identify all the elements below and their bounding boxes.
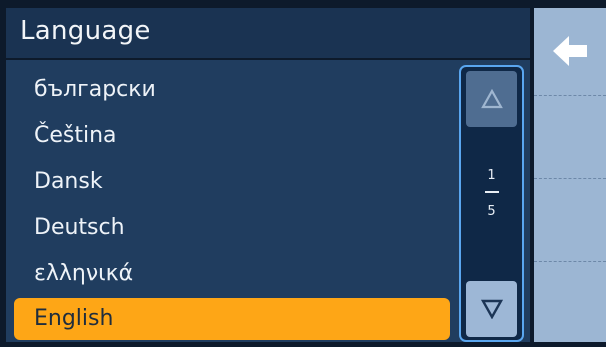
scroll-up-button[interactable]	[466, 71, 517, 127]
side-panel	[534, 8, 606, 342]
page-title: Language	[20, 16, 151, 46]
page-indicator: 1 5	[461, 167, 522, 247]
triangle-up-icon	[480, 89, 503, 109]
language-screen: Language български Čeština Dansk Deutsch…	[0, 0, 606, 347]
total-pages: 5	[487, 204, 496, 219]
back-button[interactable]	[534, 8, 606, 94]
triangle-down-icon	[480, 299, 503, 319]
language-list: български Čeština Dansk Deutsch ελληνικά…	[6, 60, 530, 342]
language-item-czech[interactable]: Čeština	[14, 115, 450, 157]
page-divider	[484, 191, 499, 193]
language-item-greek[interactable]: ελληνικά	[14, 253, 450, 295]
language-item-english[interactable]: English	[14, 298, 450, 340]
scrollbar[interactable]: 1 5	[459, 65, 524, 342]
title-bar: Language	[6, 8, 530, 58]
language-item-bulgarian[interactable]: български	[14, 69, 450, 111]
current-page: 1	[487, 168, 496, 183]
language-item-german[interactable]: Deutsch	[14, 207, 450, 249]
side-divider-1	[534, 95, 606, 96]
arrow-left-icon	[553, 36, 587, 66]
side-divider-2	[534, 178, 606, 179]
side-divider-3	[534, 261, 606, 262]
language-item-danish[interactable]: Dansk	[14, 161, 450, 203]
scroll-down-button[interactable]	[466, 281, 517, 337]
